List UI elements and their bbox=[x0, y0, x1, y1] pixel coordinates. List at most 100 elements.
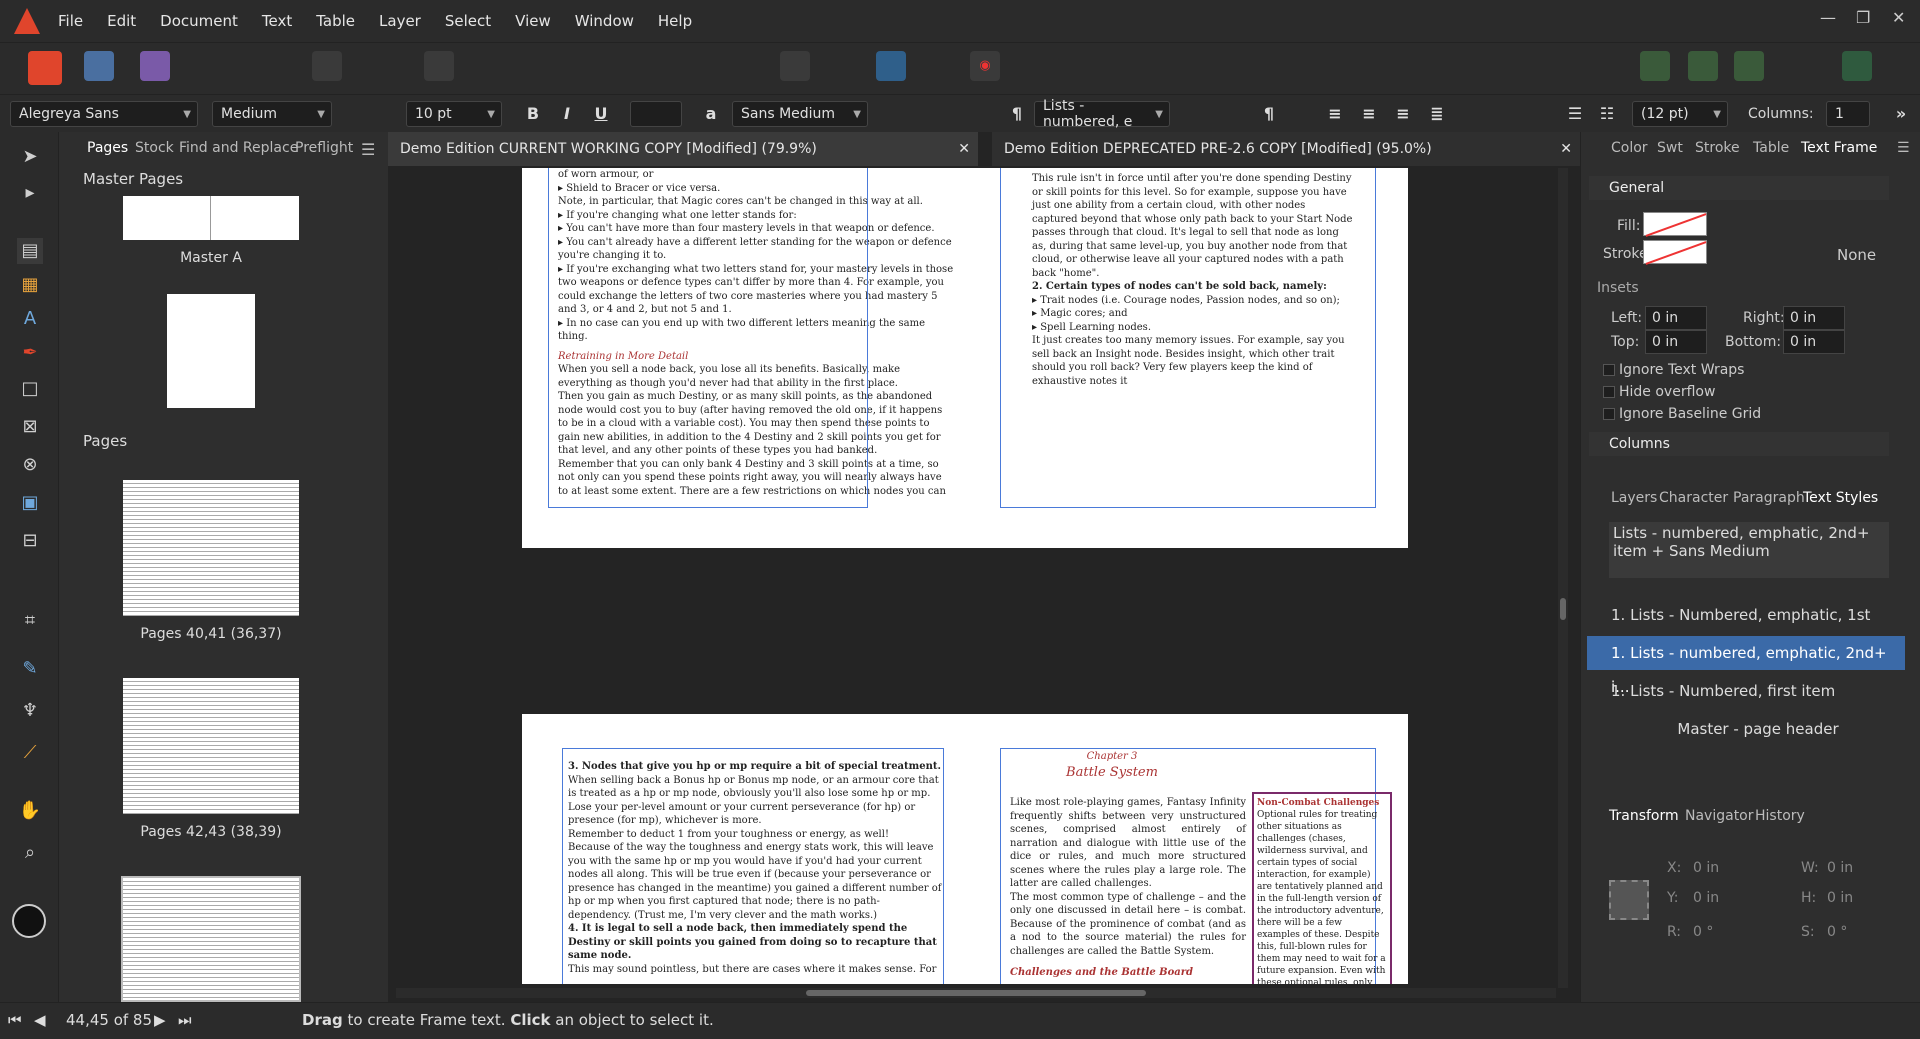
magnet-snapping-icon[interactable]: ◉ bbox=[970, 51, 1000, 81]
spread-42-43-thumbnail[interactable] bbox=[123, 678, 299, 814]
page-44-top[interactable]: of worn armour, or ▸ Shield to Bracer or… bbox=[522, 168, 972, 548]
tab-stock[interactable]: Stock bbox=[135, 140, 174, 156]
align-center-icon[interactable]: ≡ bbox=[1356, 101, 1382, 127]
panel-menu-icon[interactable]: ☰ bbox=[1897, 140, 1910, 156]
style-lists-numbered-emphatic-second-selected[interactable]: 1. Lists - numbered, emphatic, 2nd+ i... bbox=[1587, 636, 1905, 696]
stroke-swatch[interactable] bbox=[1643, 240, 1707, 265]
menu-edit[interactable]: Edit bbox=[107, 12, 136, 30]
frame-text-tool-icon[interactable]: ▤ bbox=[17, 238, 43, 264]
numbered-list-icon[interactable]: ☷ bbox=[1594, 101, 1620, 127]
first-page-icon[interactable]: ⏮ bbox=[8, 1011, 22, 1029]
swatches-icon[interactable] bbox=[1688, 51, 1718, 81]
panel-menu-icon[interactable]: ☰ bbox=[361, 140, 375, 159]
anchor-point-icon[interactable] bbox=[1609, 880, 1649, 920]
table-of-contents-icon[interactable]: ⊟ bbox=[17, 528, 43, 554]
close-window-icon[interactable]: ✕ bbox=[1892, 8, 1905, 27]
color-picker-icon[interactable]: ⟋ bbox=[17, 740, 43, 766]
inset-right-field[interactable]: 0 in bbox=[1783, 306, 1845, 330]
document-setup-icon[interactable] bbox=[424, 51, 454, 81]
font-family-dropdown[interactable]: Alegreya Sans ▼ bbox=[10, 101, 198, 127]
picture-frame-tool-icon[interactable]: ⊠ bbox=[17, 414, 43, 440]
tab-table[interactable]: Table bbox=[1753, 140, 1789, 156]
master-a-thumbnail[interactable] bbox=[123, 196, 299, 240]
menu-file[interactable]: File bbox=[58, 12, 83, 30]
color-wheel-icon[interactable] bbox=[1734, 51, 1764, 81]
align-left-icon[interactable]: ≡ bbox=[1322, 101, 1348, 127]
menu-document[interactable]: Document bbox=[160, 12, 238, 30]
restore-icon[interactable]: ❐ bbox=[1856, 8, 1870, 27]
page-45-bottom[interactable]: Chapter 3 Battle System Like most role-p… bbox=[972, 714, 1408, 984]
style-master-page-header[interactable]: Master - page header bbox=[1587, 712, 1905, 746]
italic-button[interactable]: I bbox=[554, 101, 580, 127]
align-right-icon[interactable]: ≡ bbox=[1390, 101, 1416, 127]
next-page-icon[interactable]: ▶ bbox=[154, 1011, 166, 1029]
speech-icon[interactable] bbox=[780, 51, 810, 81]
pin-icon[interactable] bbox=[622, 51, 652, 81]
minimize-icon[interactable]: — bbox=[1820, 8, 1836, 27]
menu-help[interactable]: Help bbox=[658, 12, 692, 30]
tab-history[interactable]: History bbox=[1755, 808, 1805, 824]
hand-tool-icon[interactable]: ✋ bbox=[17, 798, 43, 824]
publisher-persona-icon[interactable] bbox=[28, 51, 62, 85]
menu-text[interactable]: Text bbox=[262, 12, 292, 30]
tab-text-frame[interactable]: Text Frame bbox=[1801, 140, 1877, 156]
photo-persona-icon[interactable] bbox=[140, 51, 170, 81]
tab-preflight[interactable]: Preflight bbox=[295, 140, 353, 156]
menu-layer[interactable]: Layer bbox=[379, 12, 421, 30]
menu-table[interactable]: Table bbox=[316, 12, 355, 30]
fill-stroke-color-icon[interactable] bbox=[12, 904, 46, 938]
tab-transform[interactable]: Transform bbox=[1609, 808, 1679, 824]
horizontal-scrollbar[interactable] bbox=[396, 988, 1556, 998]
y-value[interactable]: 0 in bbox=[1693, 890, 1719, 906]
inset-top-field[interactable]: 0 in bbox=[1645, 330, 1707, 354]
menu-view[interactable]: View bbox=[515, 12, 551, 30]
ellipse-frame-tool-icon[interactable]: ⊗ bbox=[17, 452, 43, 478]
font-weight-dropdown[interactable]: Medium ▼ bbox=[212, 101, 332, 127]
assets-icon[interactable] bbox=[1640, 51, 1670, 81]
move-tool-icon[interactable]: ➤ bbox=[17, 144, 43, 170]
tab-paragraph[interactable]: Paragraph bbox=[1733, 490, 1805, 506]
tab-swatches[interactable]: Swt bbox=[1657, 140, 1683, 156]
menu-window[interactable]: Window bbox=[575, 12, 634, 30]
rectangle-tool-icon[interactable]: □ bbox=[17, 376, 43, 402]
place-image-tool-icon[interactable]: ▣ bbox=[17, 490, 43, 516]
master-pages-header[interactable]: Master Pages bbox=[59, 170, 389, 196]
page-indicator[interactable]: 44,45 of 85 bbox=[66, 1011, 152, 1029]
transparency-tool-icon[interactable]: ♆ bbox=[17, 698, 43, 724]
tab-document-deprecated[interactable]: Demo Edition DEPRECATED PRE-2.6 COPY [Mo… bbox=[992, 132, 1580, 166]
s-value[interactable]: 0 ° bbox=[1827, 924, 1847, 940]
pen-tool-icon[interactable]: ✒ bbox=[17, 340, 43, 366]
pilcrow-toggle-icon[interactable]: ¶ bbox=[1256, 101, 1282, 127]
font-size-dropdown[interactable]: 10 pt ▼ bbox=[406, 101, 502, 127]
tab-document-current[interactable]: Demo Edition CURRENT WORKING COPY [Modif… bbox=[388, 132, 978, 166]
bullet-list-icon[interactable]: ☰ bbox=[1562, 101, 1588, 127]
menu-select[interactable]: Select bbox=[445, 12, 491, 30]
style-lists-numbered-first-item[interactable]: 1. Lists - Numbered, first item bbox=[1587, 674, 1905, 708]
close-tab-icon[interactable]: ✕ bbox=[1560, 132, 1572, 166]
prev-page-icon[interactable]: ◀ bbox=[34, 1011, 46, 1029]
align-icon[interactable] bbox=[1106, 51, 1136, 81]
ignore-text-wraps-checkbox[interactable] bbox=[1603, 364, 1615, 376]
snapping-icon[interactable] bbox=[268, 51, 298, 81]
crop-tool-icon[interactable]: ⌗ bbox=[17, 608, 43, 634]
page-45-top[interactable]: This rule isn't in force until after you… bbox=[972, 168, 1408, 548]
justify-icon[interactable]: ≣ bbox=[1424, 101, 1450, 127]
leading-dropdown[interactable]: (12 pt) ▼ bbox=[1632, 101, 1728, 127]
underline-button[interactable]: U bbox=[588, 101, 614, 127]
account-icon[interactable] bbox=[1842, 51, 1872, 81]
character-style-dropdown[interactable]: Sans Medium ▼ bbox=[732, 101, 868, 127]
designer-persona-icon[interactable] bbox=[84, 51, 114, 81]
paragraph-style-dropdown[interactable]: Lists - numbered, e ▼ bbox=[1034, 98, 1170, 130]
page-44-bottom[interactable]: 3. Nodes that give you hp or mp require … bbox=[522, 714, 972, 984]
node-tool-icon[interactable]: ▸ bbox=[17, 180, 43, 206]
close-tab-icon[interactable]: ✕ bbox=[958, 132, 970, 166]
tab-character[interactable]: Character bbox=[1659, 490, 1728, 506]
sidebar-box[interactable]: Non-Combat Challenges Optional rules for… bbox=[1252, 792, 1392, 984]
vertical-scrollbar[interactable] bbox=[1558, 168, 1568, 988]
fill-swatch[interactable] bbox=[1643, 212, 1707, 237]
inset-left-field[interactable]: 0 in bbox=[1645, 306, 1707, 330]
columns-section-header[interactable]: Columns bbox=[1589, 432, 1889, 456]
hide-overflow-checkbox[interactable] bbox=[1603, 386, 1615, 398]
r-value[interactable]: 0 ° bbox=[1693, 924, 1713, 940]
x-value[interactable]: 0 in bbox=[1693, 860, 1719, 876]
